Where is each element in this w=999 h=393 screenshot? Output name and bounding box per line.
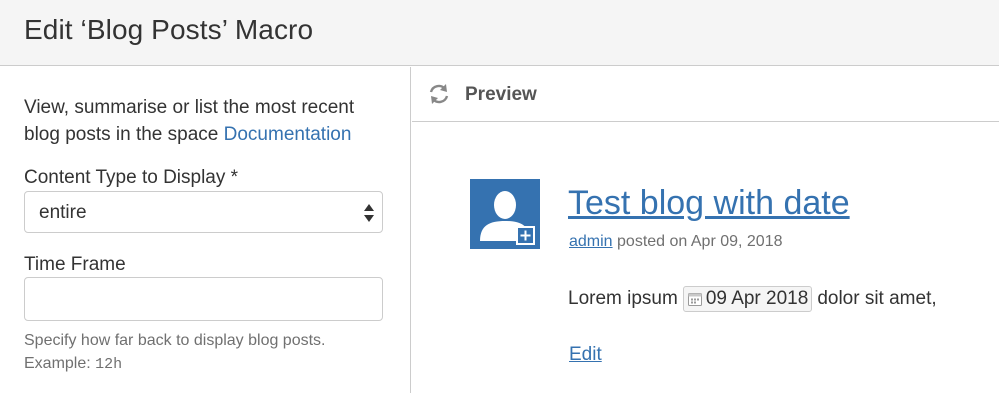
dialog-header: Edit ‘Blog Posts’ Macro [0, 0, 999, 66]
avatar[interactable] [470, 179, 540, 249]
macro-parameters-panel: View, summarise or list the most recent … [0, 67, 411, 393]
preview-title: Preview [465, 84, 537, 105]
refresh-icon[interactable] [428, 83, 450, 105]
content-type-label: Content Type to Display * [24, 167, 239, 188]
time-frame-label: Time Frame [24, 254, 126, 275]
macro-description: View, summarise or list the most recent … [24, 94, 394, 148]
calendar-icon [687, 293, 702, 306]
time-frame-help: Specify how far back to display blog pos… [24, 329, 394, 376]
time-frame-input[interactable] [24, 277, 383, 321]
blog-post-body: Lorem ipsum 09 Apr 2018 dolor sit amet, [568, 286, 937, 312]
help-example-code: 12h [95, 356, 123, 373]
author-link[interactable]: admin [569, 233, 613, 250]
content-type-selected-value: entire [39, 202, 87, 223]
default-avatar-add-icon [470, 179, 540, 249]
sort-arrows-icon [364, 204, 374, 222]
dialog-title: Edit ‘Blog Posts’ Macro [24, 14, 314, 45]
help-text: Specify how far back to display blog pos… [24, 332, 326, 372]
posted-on-text: posted on Apr 09, 2018 [612, 233, 783, 250]
blog-post-title[interactable]: Test blog with date [568, 184, 850, 223]
content-type-select[interactable]: entire [24, 191, 383, 233]
body-text-before: Lorem ipsum [568, 288, 678, 309]
blog-post-meta: admin posted on Apr 09, 2018 [569, 233, 783, 251]
date-lozenge-text: 09 Apr 2018 [705, 288, 809, 309]
documentation-link[interactable]: Documentation [224, 124, 352, 145]
preview-header: Preview [412, 67, 999, 122]
date-lozenge[interactable]: 09 Apr 2018 [682, 286, 813, 312]
edit-link[interactable]: Edit [569, 344, 602, 366]
body-text-after: dolor sit amet, [817, 288, 937, 309]
